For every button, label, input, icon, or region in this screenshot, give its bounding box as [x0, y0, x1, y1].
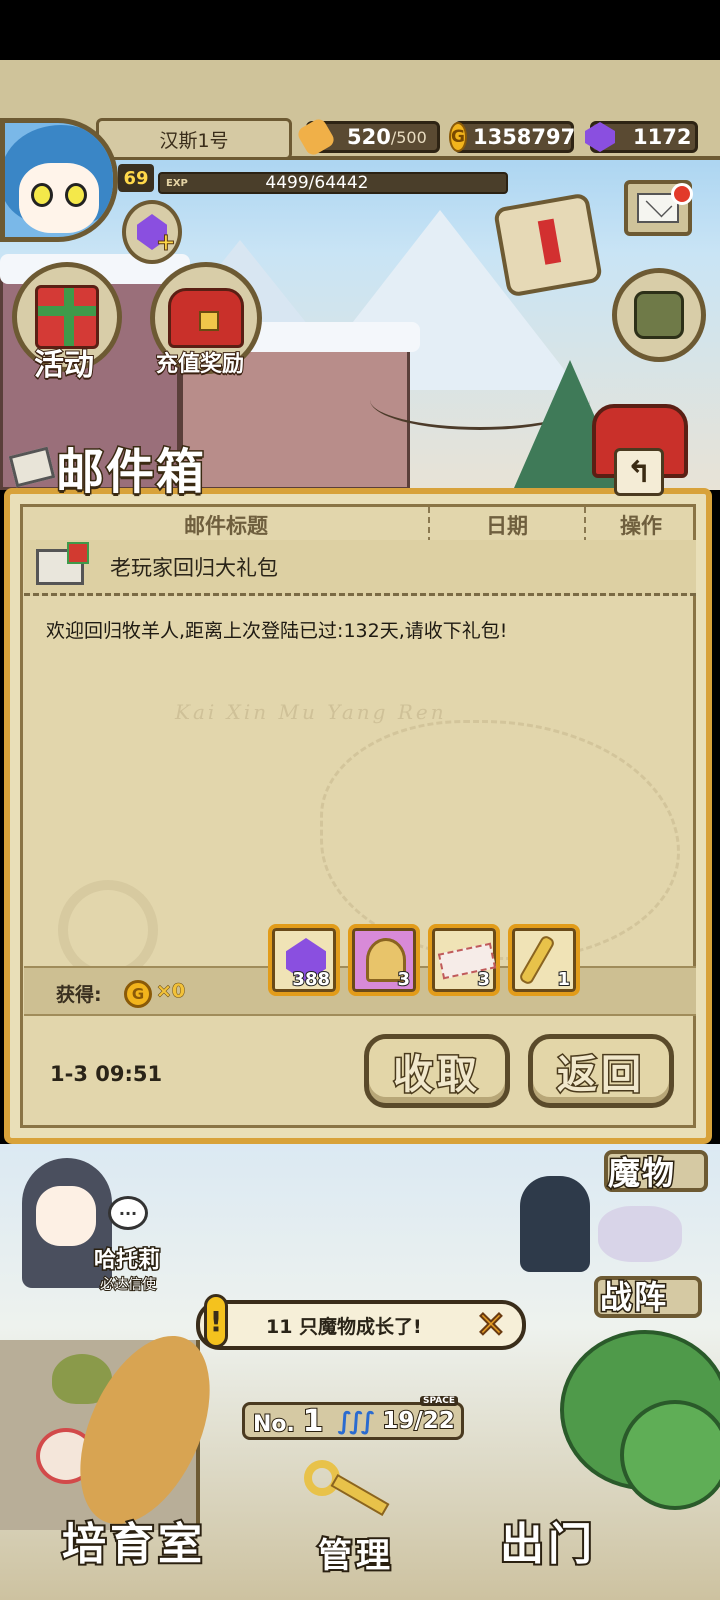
close-icon[interactable]: ✕: [475, 1307, 507, 1345]
monster-group-icon: [598, 1206, 682, 1262]
exclamation-icon: !: [204, 1294, 228, 1348]
mail-date: 1-3 09:51: [50, 1062, 163, 1086]
column-date: 日期: [430, 507, 586, 543]
mail-body-text: 欢迎回归牧羊人,距离上次登陆已过:132天,请收下礼包!: [46, 620, 508, 642]
ship-wheel-decoration: [58, 880, 158, 980]
capacity-value: 19/22: [381, 1407, 455, 1435]
column-title: 邮件标题: [24, 507, 430, 543]
forest-bush: [620, 1400, 720, 1510]
back-arrow-icon: ↰: [626, 454, 652, 490]
exp-bar: EXP 4499/64442: [158, 172, 508, 194]
status-bar: [0, 0, 720, 60]
stamina-max: /500: [390, 127, 427, 147]
npc-title: 必达信使: [99, 1276, 157, 1294]
item-count: 3: [477, 968, 491, 991]
exp-value: 4499/64442: [265, 173, 369, 193]
exclamation-icon: [537, 218, 562, 265]
gold-counter: G 1358797: [449, 121, 576, 153]
mailbox-title-text: 邮件箱: [54, 443, 207, 502]
item-count: 1: [557, 968, 571, 991]
activity-label: 活动: [33, 347, 95, 384]
reward-item-golden-key[interactable]: 1: [508, 924, 580, 996]
recharge-reward-label: 充值奖励: [155, 351, 245, 378]
rank-label: No. 1: [252, 1403, 325, 1440]
backpack-button[interactable]: [612, 268, 706, 362]
plus-icon: +: [155, 228, 176, 257]
backpack-icon: [634, 291, 684, 339]
map-watermark: Kai Xin Mu Yang Ren: [175, 700, 447, 724]
gem-value: 1172: [633, 125, 692, 149]
return-button[interactable]: 返回: [528, 1034, 674, 1108]
quest-scroll-button[interactable]: [492, 192, 604, 298]
mail-subject-row: 老玩家回归大礼包: [24, 540, 696, 596]
mail-subject: 老玩家回归大礼包: [110, 555, 278, 580]
stamina-value: 520: [347, 125, 391, 149]
envelope-icon: [8, 446, 56, 488]
rank-value: 1: [302, 1403, 325, 1440]
gold-value: 1358797: [472, 125, 576, 149]
growth-notice[interactable]: ! 11 只魔物成长了! ✕: [196, 1294, 526, 1350]
monster-label: 魔物: [606, 1153, 677, 1194]
player-name: 汉斯1号: [159, 129, 229, 152]
space-tag: SPACE: [420, 1396, 458, 1406]
column-action: 操作: [620, 514, 662, 538]
monster-sprite[interactable]: [520, 1176, 590, 1272]
gold-coin-icon: G: [449, 122, 467, 152]
close-mailbox-button[interactable]: ↰: [614, 448, 664, 496]
exp-label: EXP: [166, 177, 188, 189]
buy-gems-button[interactable]: +: [122, 200, 182, 264]
treasure-chest-icon: [168, 288, 244, 348]
coin-count: ×0: [155, 980, 186, 1003]
reward-label: 获得:: [56, 984, 102, 1006]
nav-nursery[interactable]: 培育室: [60, 1508, 206, 1572]
stamina-counter: 520 /500: [295, 116, 440, 158]
gold-coin-icon: G: [124, 980, 152, 1008]
player-name-plate: 汉斯1号: [96, 118, 292, 160]
item-count: 3: [397, 968, 411, 991]
reward-item-ticket[interactable]: 3: [428, 924, 500, 996]
golden-key-icon: [517, 933, 557, 987]
gem-icon: [585, 122, 615, 152]
item-count: 388: [291, 968, 331, 991]
notification-dot: [671, 183, 693, 205]
nav-exit[interactable]: 出门: [498, 1508, 596, 1572]
gift-mail-icon: [36, 541, 89, 585]
formation-label: 战阵: [598, 1277, 669, 1318]
player-avatar[interactable]: [0, 118, 118, 242]
gem-counter: 1172: [585, 121, 698, 153]
capacity-icon: ∫∫∫: [337, 1407, 375, 1435]
reward-item-golden-harp[interactable]: 3: [348, 924, 420, 996]
claim-button[interactable]: 收取: [364, 1034, 510, 1108]
level-badge: 69: [118, 164, 154, 192]
mailbox-title: 邮件箱: [8, 432, 207, 502]
ranking-bar: No. 1 ∫∫∫ 19/22: [242, 1402, 464, 1440]
reward-item-purple-gem[interactable]: 388: [268, 924, 340, 996]
nav-manage[interactable]: 管理: [316, 1528, 394, 1578]
notice-text: 11 只魔物成长了!: [266, 1315, 422, 1338]
npc-name: 哈托莉: [92, 1247, 161, 1275]
speech-bubble-icon: ···: [108, 1196, 148, 1230]
